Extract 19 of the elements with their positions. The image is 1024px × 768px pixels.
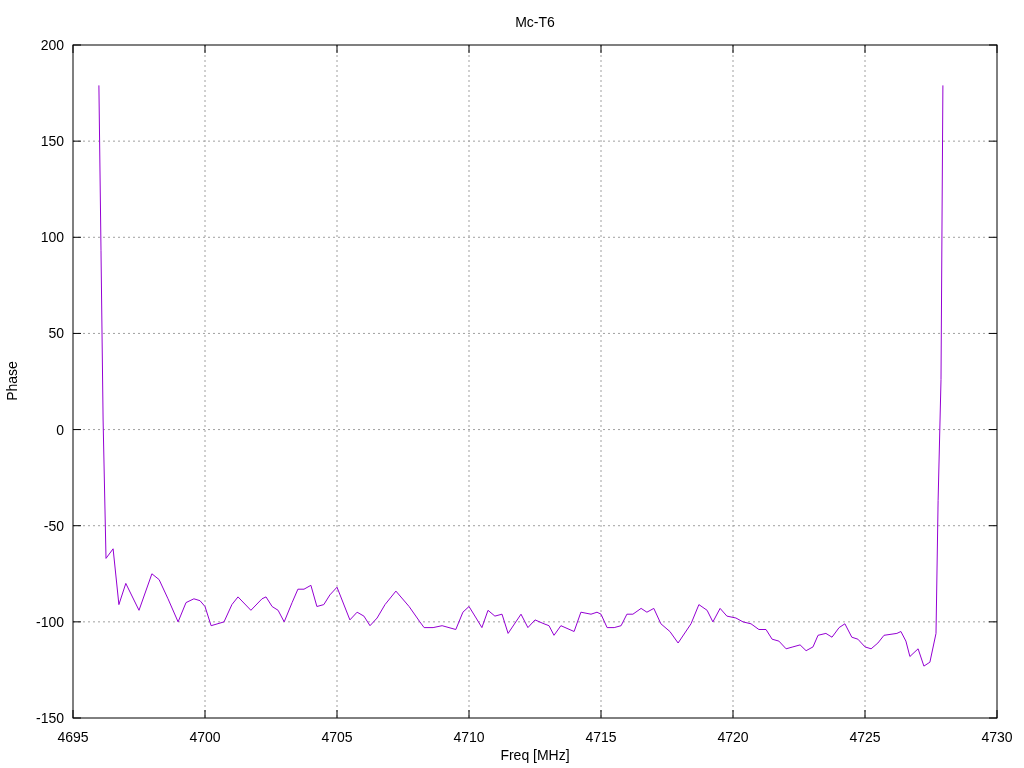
y-axis-label: Phase — [4, 361, 20, 401]
x-tick-label: 4725 — [849, 729, 881, 745]
y-tick-label: -100 — [35, 613, 64, 630]
x-tick-label: 4705 — [321, 729, 353, 745]
x-tick-label: 4720 — [717, 729, 749, 745]
x-axis-label: Freq [MHz] — [500, 747, 570, 763]
x-tick-label: 4715 — [585, 729, 617, 745]
x-tick-label: 4700 — [189, 729, 221, 745]
chart-title: Mc-T6 — [515, 14, 555, 30]
y-tick-label: 150 — [40, 133, 64, 150]
x-tick-label: 4730 — [981, 729, 1013, 745]
y-tick-label: -150 — [35, 710, 64, 726]
x-tick-label: 4710 — [453, 729, 485, 745]
y-tick-label: 100 — [40, 229, 64, 246]
y-tick-label: 200 — [40, 37, 64, 53]
y-tick-label: -50 — [43, 517, 64, 534]
y-tick-label: 0 — [56, 421, 64, 438]
y-tick-label: 50 — [48, 325, 64, 342]
x-tick-label: 4695 — [57, 729, 89, 745]
